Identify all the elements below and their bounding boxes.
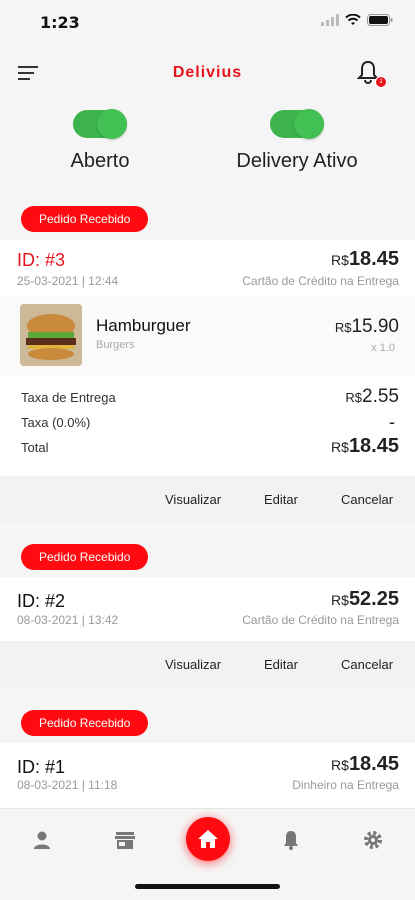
total-value: R$18.45 <box>331 435 399 458</box>
burger-image <box>20 304 82 366</box>
order-actions: Visualizar Editar Cancelar <box>0 641 415 687</box>
delivery-label: Delivery Ativo <box>236 150 358 172</box>
tax-label: Taxa (0.0%) <box>21 415 91 430</box>
signal-icon <box>321 14 339 26</box>
view-button[interactable]: Visualizar <box>165 657 221 672</box>
delivery-fee-amount: 2.55 <box>362 386 399 407</box>
battery-icon <box>367 14 393 26</box>
notification-badge: 1 <box>375 76 387 88</box>
order-card-2[interactable]: ID: #2 08-03-2021 | 13:42 R$52.25 Cartão… <box>0 577 415 641</box>
edit-button[interactable]: Editar <box>264 657 298 672</box>
total-amount: 18.45 <box>348 435 399 457</box>
notifications-button[interactable]: 1 <box>356 60 387 88</box>
total-label: Total <box>21 440 49 455</box>
toggle-delivery-block: Delivery Ativo <box>197 109 397 173</box>
gear-icon[interactable] <box>362 829 384 851</box>
status-bar: 1:23 <box>0 0 415 44</box>
edit-button[interactable]: Editar <box>264 492 298 507</box>
order-total-value: 18.45 <box>348 248 399 270</box>
toggle-aberto-block: Aberto <box>0 109 200 173</box>
order-date: 08-03-2021 | 11:18 <box>17 778 118 792</box>
currency: R$ <box>345 390 363 405</box>
order-item-row: Hamburguer Burgers R$15.90 x 1.0 <box>0 296 415 376</box>
item-price-value: 15.90 <box>351 316 399 337</box>
status-icons <box>321 14 393 26</box>
order-total: R$18.45 <box>331 753 399 776</box>
currency: R$ <box>334 320 352 335</box>
bell-icon[interactable] <box>280 829 302 851</box>
item-name: Hamburguer <box>96 316 191 335</box>
order-payment: Dinheiro na Entrega <box>292 778 399 792</box>
order-status-badge: Pedido Recebido <box>21 710 149 736</box>
order-card-3[interactable]: ID: #3 25-03-2021 | 12:44 R$18.45 Cartão… <box>0 240 415 296</box>
toggle-knob <box>294 109 324 139</box>
order-id: ID: #3 <box>17 250 66 270</box>
order-id: ID: #1 <box>17 757 66 777</box>
currency: R$ <box>331 252 349 268</box>
currency: R$ <box>331 592 349 608</box>
user-icon[interactable] <box>31 829 53 851</box>
order-card-1[interactable]: ID: #1 08-03-2021 | 11:18 R$18.45 Dinhei… <box>0 743 415 809</box>
item-quantity: x 1.0 <box>371 342 395 354</box>
home-button[interactable] <box>186 817 230 861</box>
order-payment: Cartão de Crédito na Entrega <box>242 613 399 627</box>
order-status-badge: Pedido Recebido <box>21 544 149 570</box>
aberto-label: Aberto <box>70 150 130 172</box>
view-button[interactable]: Visualizar <box>165 492 221 507</box>
order-total-value: 52.25 <box>348 588 399 610</box>
delivery-fee-label: Taxa de Entrega <box>21 390 116 405</box>
order-summary: Taxa de Entrega R$2.55 Taxa (0.0%) - Tot… <box>0 376 415 476</box>
cancel-button[interactable]: Cancelar <box>341 657 393 672</box>
status-time: 1:23 <box>40 13 80 32</box>
home-icon <box>198 830 218 848</box>
cancel-button[interactable]: Cancelar <box>341 492 393 507</box>
order-actions: Visualizar Editar Cancelar <box>0 476 415 522</box>
store-icon[interactable] <box>114 829 136 851</box>
order-date: 25-03-2021 | 12:44 <box>17 274 119 288</box>
aberto-toggle[interactable] <box>73 109 127 139</box>
toggle-knob <box>97 109 127 139</box>
wifi-icon <box>345 14 361 25</box>
order-total-value: 18.45 <box>348 753 399 775</box>
home-indicator <box>135 884 280 889</box>
currency: R$ <box>331 439 349 455</box>
order-payment: Cartão de Crédito na Entrega <box>242 274 399 288</box>
currency: R$ <box>331 757 349 773</box>
tax-value: - <box>389 412 395 432</box>
order-total: R$52.25 <box>331 588 399 611</box>
item-category: Burgers <box>96 339 135 351</box>
order-status-badge: Pedido Recebido <box>21 206 149 232</box>
order-date: 08-03-2021 | 13:42 <box>17 613 119 627</box>
order-id: ID: #2 <box>17 591 66 611</box>
item-price: R$15.90 <box>335 316 399 338</box>
app-title: Delivius <box>172 64 243 81</box>
delivery-fee-value: R$2.55 <box>345 386 399 408</box>
app-header: Delivius 1 <box>0 56 415 92</box>
delivery-toggle[interactable] <box>270 109 324 139</box>
order-total: R$18.45 <box>331 248 399 271</box>
